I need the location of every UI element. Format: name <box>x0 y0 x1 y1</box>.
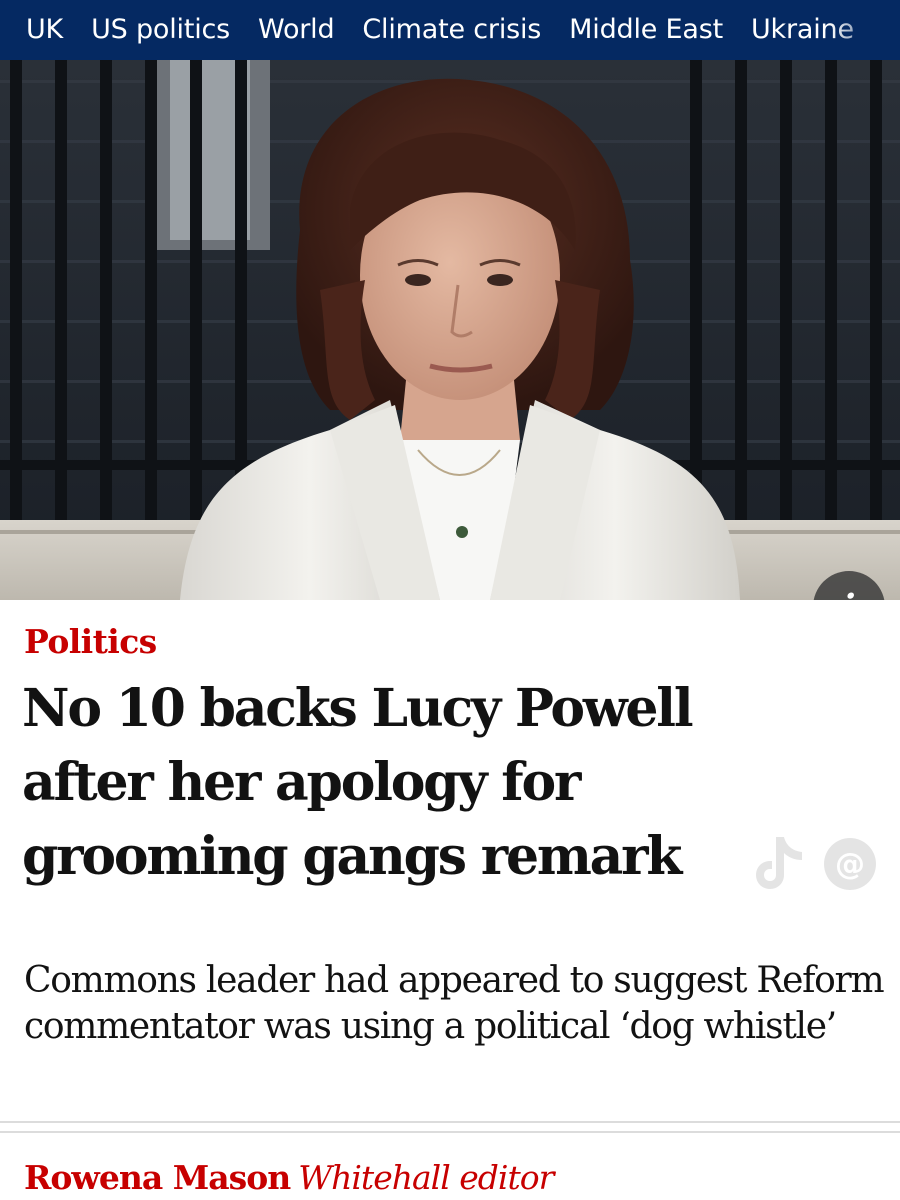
hero-photo-illustration <box>0 60 900 600</box>
at-sign-icon: @ <box>824 838 876 890</box>
info-icon: i <box>843 590 856 600</box>
hero-photo: i <box>0 60 900 600</box>
nav-item-world[interactable]: World <box>258 12 335 48</box>
top-navigation: UK US politics World Climate crisis Midd… <box>0 0 900 60</box>
byline-role: Whitehall editor <box>298 1158 554 1197</box>
watermark-overlay: @ <box>750 828 890 900</box>
svg-text:@: @ <box>835 847 865 882</box>
byline-author[interactable]: Rowena Mason <box>24 1158 291 1197</box>
nav-item-middle-east[interactable]: Middle East <box>569 12 723 48</box>
tiktok-logo-icon <box>756 837 802 889</box>
article-standfirst: Commons leader had appeared to suggest R… <box>24 960 885 1047</box>
divider-bottom <box>0 1131 900 1133</box>
nav-item-ukraine[interactable]: Ukraine <box>751 12 854 48</box>
nav-item-us-politics[interactable]: US politics <box>91 12 230 48</box>
nav-item-climate-crisis[interactable]: Climate crisis <box>362 12 541 48</box>
byline: Rowena Mason Whitehall editor <box>24 1156 554 1200</box>
nav-item-uk[interactable]: UK <box>26 12 63 48</box>
article-headline: No 10 backs Lucy Powell after her apolog… <box>22 678 694 887</box>
nav-list: UK US politics World Climate crisis Midd… <box>26 0 882 60</box>
divider-top <box>0 1121 900 1123</box>
section-kicker[interactable]: Politics <box>24 620 157 664</box>
